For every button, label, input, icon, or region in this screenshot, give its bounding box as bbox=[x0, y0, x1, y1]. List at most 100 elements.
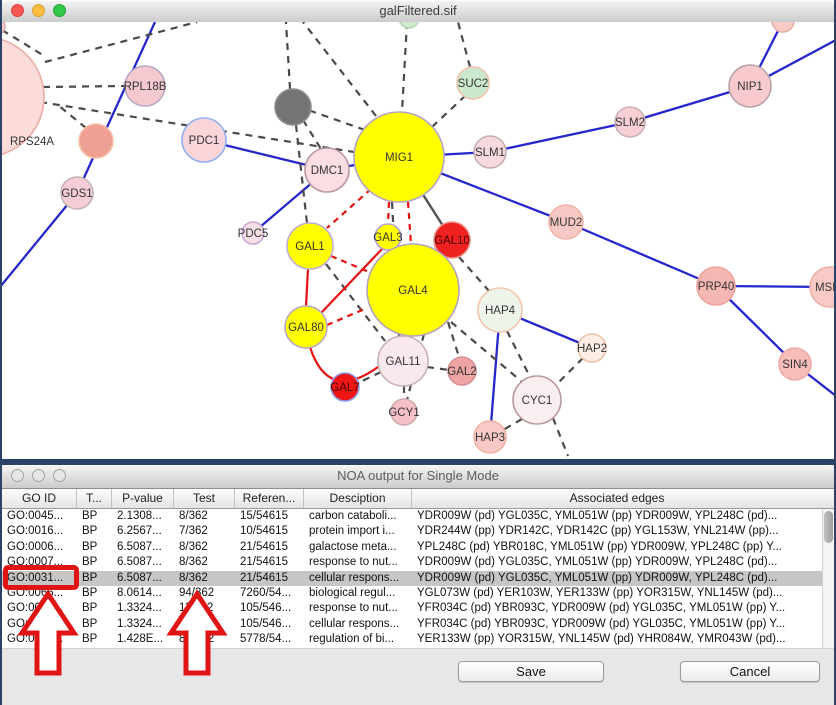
cancel-button[interactable]: Cancel bbox=[680, 661, 820, 682]
table-cell: BP bbox=[77, 586, 112, 601]
edge bbox=[448, 322, 459, 357]
table-cell: 8/362 bbox=[174, 571, 235, 586]
edge bbox=[458, 22, 470, 67]
column-header-p-value[interactable]: P-value bbox=[112, 489, 174, 508]
table-cell: 8/362 bbox=[174, 509, 235, 524]
node-label: MUD2 bbox=[550, 217, 583, 229]
table-row[interactable]: GO:0031...BP1.3324...11/362105/546...res… bbox=[2, 601, 822, 616]
column-header-desciption[interactable]: Desciption bbox=[304, 489, 412, 508]
table-cell: 1.3324... bbox=[112, 617, 174, 632]
table-cell: 7/362 bbox=[174, 524, 235, 539]
noa-output-window: NOA output for Single Mode GO IDT...P-va… bbox=[2, 465, 834, 704]
table-cell: 2.1308... bbox=[112, 509, 174, 524]
table-cell: 6.5087... bbox=[112, 555, 174, 570]
edge bbox=[77, 22, 155, 193]
table-cell: BP bbox=[77, 555, 112, 570]
table-cell: 11/362 bbox=[174, 617, 235, 632]
table-row[interactable]: GO:0007...BP6.5087...8/36221/54615respon… bbox=[2, 555, 822, 570]
save-button[interactable]: Save bbox=[458, 661, 604, 682]
edge bbox=[408, 202, 411, 244]
table-cell: YDR009W (pd) YGL035C, YML051W (pp) YDR00… bbox=[412, 571, 822, 586]
table-cell: YER133W (pp) YOR315W, YNL145W (pd) YHR08… bbox=[412, 632, 822, 647]
table-cell: 6.5087... bbox=[112, 571, 174, 586]
table-cell: YFR034C (pd) YBR093C, YDR009W (pd) YGL03… bbox=[412, 601, 822, 616]
node-label: GAL11 bbox=[386, 356, 421, 368]
column-header-associated-edges[interactable]: Associated edges bbox=[412, 489, 822, 508]
edge bbox=[553, 418, 568, 456]
edge bbox=[43, 86, 125, 87]
edge bbox=[303, 22, 376, 116]
node-label: NIP1 bbox=[737, 81, 763, 93]
node-label: PDC1 bbox=[189, 135, 220, 147]
table-cell: protein import i... bbox=[304, 524, 412, 539]
table-cell: 21/54615 bbox=[235, 555, 304, 570]
table-cell: cellular respons... bbox=[304, 617, 412, 632]
edge bbox=[459, 257, 489, 291]
edge bbox=[566, 222, 716, 286]
table-row[interactable]: GO:0016...BP6.2567...7/36210/54615protei… bbox=[2, 524, 822, 539]
table-cell: GO:0016... bbox=[2, 524, 77, 539]
table-cell: YFR034C (pd) YBR093C, YDR009W (pd) YGL03… bbox=[412, 617, 822, 632]
table-cell: GO:0045... bbox=[2, 509, 77, 524]
edge bbox=[503, 419, 522, 430]
table-row[interactable]: GO:0045...BP2.1308...8/36215/54615carbon… bbox=[2, 509, 822, 524]
table-cell: 5778/54... bbox=[235, 632, 304, 647]
table-cell: YPL248C (pd) YBR018C, YML051W (pp) YDR00… bbox=[412, 540, 822, 555]
table-cell: 7260/54... bbox=[235, 586, 304, 601]
table-cell: response to nut... bbox=[304, 555, 412, 570]
table-cell: 6.5087... bbox=[112, 540, 174, 555]
edge bbox=[2, 193, 77, 287]
edge bbox=[507, 331, 530, 377]
node-label: GAL1 bbox=[295, 241, 324, 253]
table-cell: cellular respons... bbox=[304, 571, 412, 586]
edge bbox=[331, 256, 369, 272]
table-cell: GO:0031... bbox=[2, 601, 77, 616]
table-cell: GO:0007... bbox=[2, 555, 77, 570]
table-cell: 80/362 bbox=[174, 632, 235, 647]
table-row[interactable]: GO:0006...BP6.5087...8/36221/54615galact… bbox=[2, 540, 822, 555]
table-header: GO IDT...P-valueTestReferen...Desciption… bbox=[2, 489, 834, 509]
table-row[interactable]: GO:0031...BP6.5087...8/36221/54615cellul… bbox=[2, 571, 822, 586]
column-header-referen-[interactable]: Referen... bbox=[235, 489, 304, 508]
edge bbox=[327, 189, 371, 228]
node-label: CYC1 bbox=[522, 395, 553, 407]
table-cell: YGL073W (pd) YER103W, YER133W (pp) YOR31… bbox=[412, 586, 822, 601]
node-label: RPS24A bbox=[10, 136, 54, 148]
table-cell: BP bbox=[77, 632, 112, 647]
network-window-titlebar[interactable]: galFiltered.sif bbox=[2, 0, 834, 23]
vertical-scrollbar[interactable] bbox=[822, 509, 834, 648]
table-cell: 105/546... bbox=[235, 617, 304, 632]
node-label: SUC2 bbox=[458, 78, 489, 90]
table-cell: YDR009W (pd) YGL035C, YML051W (pp) YDR00… bbox=[412, 509, 822, 524]
table-cell: GO:0031... bbox=[2, 571, 77, 586]
table-cell: 8/362 bbox=[174, 540, 235, 555]
network-canvas[interactable]: RPL18BRPS24AGDS1PDC1MIG1SUC2SLM1NIP1SLM2… bbox=[2, 22, 834, 459]
column-header-t-[interactable]: T... bbox=[77, 489, 112, 508]
table-cell: 8.0614... bbox=[112, 586, 174, 601]
noa-window-titlebar[interactable]: NOA output for Single Mode bbox=[2, 465, 834, 489]
table-row[interactable]: GO:0050...BP1.428E...80/3625778/54...reg… bbox=[2, 632, 822, 647]
node-RPS24A[interactable] bbox=[79, 124, 113, 158]
edge bbox=[306, 269, 308, 306]
edge bbox=[388, 202, 389, 224]
edge bbox=[402, 22, 407, 112]
node-unlabeled[interactable] bbox=[2, 22, 5, 35]
table-cell: 8/362 bbox=[174, 555, 235, 570]
node-unlabeled[interactable] bbox=[772, 22, 794, 32]
table-cell: BP bbox=[77, 617, 112, 632]
scrollbar-thumb[interactable] bbox=[824, 511, 833, 543]
table-cell: 6.2567... bbox=[112, 524, 174, 539]
node-label: GAL3 bbox=[373, 232, 402, 244]
node-unlabeled[interactable] bbox=[275, 89, 311, 125]
edge bbox=[327, 308, 367, 325]
table-cell: biological regul... bbox=[304, 586, 412, 601]
table-row[interactable]: GO:0031...BP1.3324...11/362105/546...cel… bbox=[2, 617, 822, 632]
column-header-test[interactable]: Test bbox=[174, 489, 235, 508]
table-cell: YDR009W (pd) YGL035C, YML051W (pp) YDR00… bbox=[412, 555, 822, 570]
table-cell: 10/54615 bbox=[235, 524, 304, 539]
node-unlabeled[interactable] bbox=[399, 22, 419, 28]
table-body: GO:0045...BP2.1308...8/36215/54615carbon… bbox=[2, 509, 822, 648]
table-row[interactable]: GO:0065...BP8.0614...94/3627260/54...bio… bbox=[2, 586, 822, 601]
column-header-go-id[interactable]: GO ID bbox=[2, 489, 77, 508]
node-label: DMC1 bbox=[311, 165, 344, 177]
